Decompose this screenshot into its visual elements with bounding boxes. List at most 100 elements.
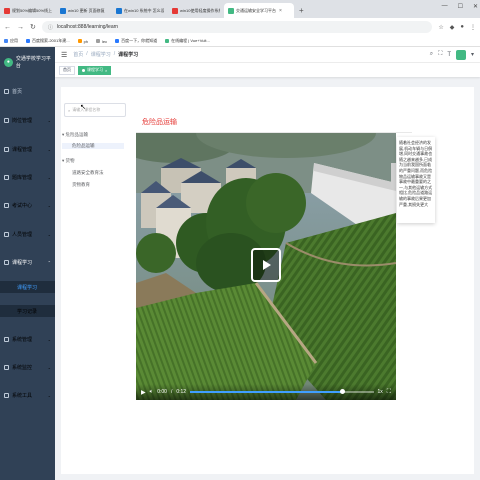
search-input[interactable]: ⌕ 请输入课程名称 — [64, 103, 126, 117]
duration: 0:12 — [176, 389, 187, 395]
video-controls: ▶ 🔈︎ 0:00 / 0:12 1x ⛶ — [136, 384, 396, 400]
settings-icon — [4, 336, 9, 342]
fullscreen-icon[interactable]: ⛶ — [438, 51, 442, 58]
sidebar-item-system-monitor[interactable]: 系统监控 ⌄ — [0, 361, 55, 373]
progress-fill — [190, 391, 343, 393]
hamburger-icon[interactable]: ☰ — [61, 51, 67, 59]
play-button[interactable] — [251, 248, 281, 282]
bookmark-favicon-icon — [26, 39, 30, 43]
learning-icon — [4, 259, 9, 265]
menu-dots-icon[interactable]: ⋮ — [470, 24, 476, 31]
browser-tab[interactable]: win10使用轻度操作系统怎么开发 — [168, 3, 224, 18]
chevron-down-icon: ⌄ — [47, 117, 51, 123]
close-tab-icon[interactable]: × — [279, 8, 282, 14]
sidebar-item-system-management[interactable]: 系统管理 ⌄ — [0, 333, 55, 345]
minimize-icon[interactable]: — — [442, 3, 448, 10]
bookmarks-bar: 应用 百度搜索-2001年建... ph lec 百度一下，你就知道 在线编程 … — [0, 36, 480, 47]
chevron-down-icon: ⌄ — [47, 336, 51, 342]
tag-course-learning[interactable]: 课程学习 × — [78, 65, 112, 75]
user-icon — [4, 231, 9, 237]
chevron-down-icon: ⌄ — [47, 364, 51, 370]
tab-favicon-icon — [172, 7, 178, 14]
sidebar-subitem-course-learning[interactable]: 课程学习 — [0, 281, 55, 293]
course-icon — [4, 146, 9, 152]
bookmark-item[interactable]: 百度一下，你就知道 — [115, 38, 157, 44]
back-icon[interactable]: ← — [4, 24, 11, 31]
app-logo: ● 交通学校学习平台 — [0, 47, 55, 77]
extension-icon[interactable]: ◆ — [450, 24, 455, 31]
reload-icon[interactable]: ↻ — [30, 23, 36, 31]
monitor-icon — [4, 364, 9, 370]
fullscreen-icon[interactable]: ⛶ — [387, 389, 391, 396]
browser-toolbar: ← → ↻ ⓘ localhost:888/learning/learn ☆ ◆… — [0, 18, 480, 36]
breadcrumb-item: 课程学习 — [90, 52, 111, 58]
course-search: ⌕ 请输入课程名称 — [60, 103, 126, 117]
browser-tab[interactable]: 规划50%编辑50%线上分析内容管理 — [0, 3, 56, 18]
breadcrumb-item[interactable]: 首页 — [73, 51, 83, 58]
sidebar-item-courses[interactable]: 课程管理 ⌄ — [0, 143, 55, 155]
browser-tab[interactable]: 在win10 系统中 怎么设置win10 — [112, 3, 168, 18]
info-icon[interactable]: ⓘ — [48, 24, 53, 31]
breadcrumb: 首页 / 课程学习 / 课程学习 — [73, 51, 138, 58]
tab-favicon-icon — [228, 7, 234, 14]
chevron-up-icon: ⌃ — [47, 259, 51, 265]
search-icon: ⌕ — [68, 107, 71, 113]
bookmark-item[interactable]: lec — [96, 39, 107, 44]
breadcrumb-item-current: 课程学习 — [118, 52, 139, 58]
caret-down-icon[interactable]: ▾ — [471, 51, 474, 58]
chevron-down-icon: ⌄ — [47, 231, 51, 237]
bookmark-apps[interactable]: 应用 — [4, 38, 18, 44]
close-window-icon[interactable]: ✕ — [473, 3, 478, 10]
tree-node-selected[interactable]: 危险品运输 — [62, 143, 124, 149]
browser-tab-active[interactable]: 交通运输安全学习平台 × — [224, 3, 294, 18]
video-player[interactable]: ▶ 🔈︎ 0:00 / 0:12 1x ⛶ — [136, 133, 396, 400]
sidebar-item-exam-center[interactable]: 考试中心 ⌄ — [0, 199, 55, 211]
time-separator: / — [170, 389, 173, 395]
app-title: 交通学校学习平台 — [15, 56, 51, 69]
search-icon[interactable]: ⌕ — [430, 51, 433, 58]
top-navbar: ☰ 首页 / 课程学习 / 课程学习 ⌕ ⛶ T ▾ — [55, 47, 480, 63]
tree-node[interactable]: 货物教育 — [62, 182, 90, 188]
current-time: 0:00 — [157, 389, 167, 395]
forward-icon[interactable]: → — [17, 24, 24, 31]
lesson-description: 随着社会经济的发展,机动车辆与日俱增,同时交通事故也随之越来越多,已成为当前我国… — [397, 137, 435, 223]
sidebar-item-course-learning[interactable]: 课程学习 ⌃ — [0, 256, 55, 268]
new-tab-button[interactable]: + — [294, 3, 309, 18]
play-small-icon[interactable]: ▶ — [141, 389, 146, 396]
sidebar-item-personnel[interactable]: 人员管理 ⌄ — [0, 228, 55, 240]
sidebar-item-home[interactable]: 首页 — [0, 85, 55, 97]
volume-icon[interactable]: 🔈︎ — [150, 389, 154, 396]
tree-node[interactable]: ▾ 货物 — [62, 158, 75, 164]
sidebar-subitem-learning-records[interactable]: 学习记录 — [0, 305, 55, 317]
url-text: localhost:888/learning/learn — [56, 24, 119, 30]
chevron-down-icon: ⌄ — [47, 202, 51, 208]
lesson-title: 危险品运输 — [142, 119, 177, 126]
exam-icon — [4, 202, 9, 208]
progress-knob[interactable] — [339, 389, 345, 394]
sidebar-item-positions[interactable]: 岗位管理 ⌄ — [0, 114, 55, 126]
font-size-icon[interactable]: T — [447, 52, 451, 58]
sidebar-item-system-tools[interactable]: 系统工具 ⌄ — [0, 389, 55, 401]
star-icon[interactable]: ☆ — [438, 24, 443, 31]
profile-icon[interactable]: ● — [460, 24, 464, 31]
tab-favicon-icon — [116, 7, 122, 14]
tag-home[interactable]: 首页 — [59, 65, 75, 75]
maximize-icon[interactable]: ☐ — [458, 3, 463, 10]
progress-bar[interactable] — [190, 389, 374, 394]
tree-node[interactable]: ▾ 危险品运输 — [62, 132, 88, 138]
sidebar-item-question-bank[interactable]: 题库管理 ⌄ — [0, 171, 55, 183]
tree-node[interactable]: 道路安全教育法 — [62, 170, 104, 176]
playback-speed[interactable]: 1x — [378, 389, 383, 395]
tags-view: 首页 课程学习 × — [55, 63, 480, 77]
browser-tab[interactable]: win10 更新 页面修复 — [56, 3, 112, 18]
play-icon — [263, 260, 271, 270]
avatar[interactable] — [455, 49, 466, 60]
bookmark-item[interactable]: 在线编程 | Vue+Vult... — [165, 38, 210, 44]
home-icon — [4, 88, 9, 94]
address-bar[interactable]: ⓘ localhost:888/learning/learn — [41, 21, 433, 33]
bookmark-item[interactable]: ph — [77, 39, 88, 44]
bookmark-item[interactable]: 百度搜索-2001年建... — [26, 38, 70, 44]
close-tag-icon[interactable]: × — [105, 68, 107, 73]
mouse-cursor-icon: ↖ — [80, 104, 86, 111]
bookmark-favicon-icon — [165, 39, 170, 43]
